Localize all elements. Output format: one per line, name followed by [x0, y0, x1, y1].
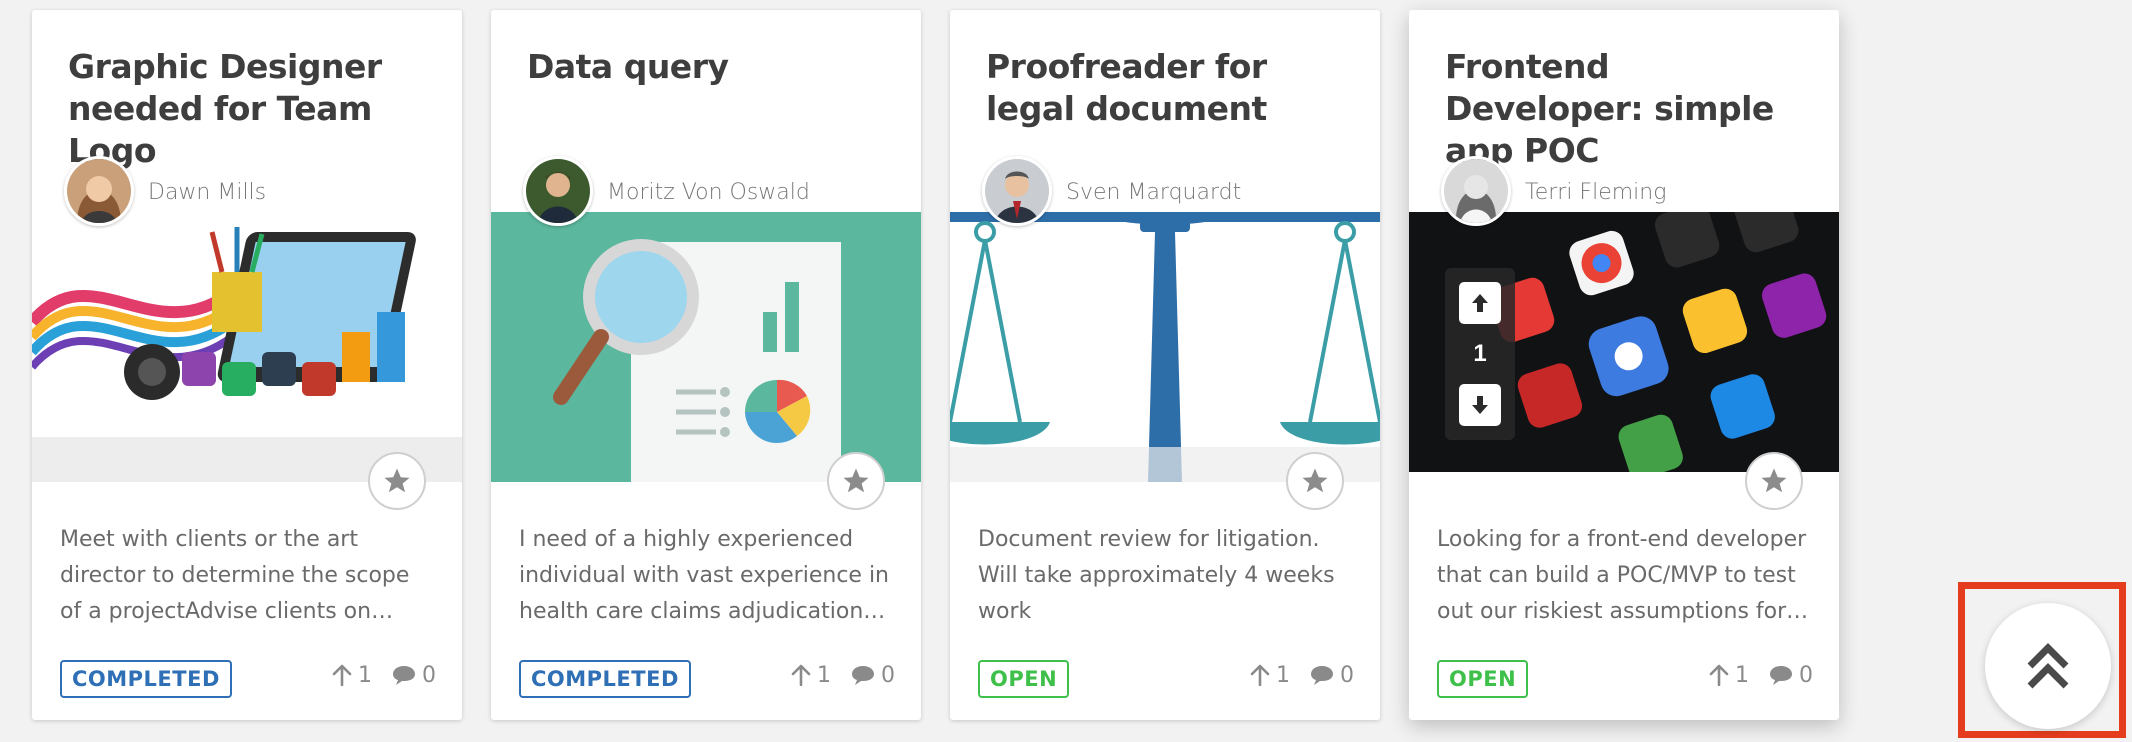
avatar: [1441, 156, 1511, 226]
upvote-count: 1: [1735, 662, 1749, 688]
favorite-button[interactable]: [1286, 452, 1344, 510]
job-card[interactable]: Proofreader for legal document Sven Marq…: [950, 10, 1380, 720]
avatar: [523, 156, 593, 226]
card-image: [32, 212, 462, 482]
card-meta: 1 0: [332, 660, 436, 690]
author-name[interactable]: Terri Fleming: [1525, 180, 1666, 205]
arrow-up-icon: [791, 664, 811, 686]
star-icon: [843, 468, 869, 493]
comment-count: 0: [881, 662, 895, 688]
author-name[interactable]: Moritz Von Oswald: [607, 180, 810, 205]
comment-bubble-icon: [1770, 666, 1792, 685]
favorite-button[interactable]: [1745, 452, 1803, 510]
card-meta: 1 0: [1709, 660, 1813, 690]
card-description: Looking for a front-end developer that c…: [1437, 527, 1807, 624]
card-meta: 1 0: [791, 660, 895, 690]
author: Moritz Von Oswald: [523, 156, 810, 226]
arrow-down-icon: [1472, 396, 1488, 414]
author-name[interactable]: Sven Marquardt: [1066, 180, 1241, 205]
card-image: [491, 212, 921, 482]
comment-bubble-icon: [393, 666, 415, 685]
arrow-up-icon: [1472, 294, 1488, 312]
scroll-top-highlight: [1958, 582, 2126, 738]
vote-widget: 1: [1445, 268, 1515, 440]
star-icon: [384, 468, 410, 493]
status-badge: OPEN: [978, 660, 1070, 698]
author-name[interactable]: Dawn Mills: [148, 180, 266, 205]
star-icon: [1302, 468, 1328, 493]
upvote-count: 1: [1276, 662, 1290, 688]
arrow-up-icon: [332, 664, 352, 686]
arrow-up-icon: [1250, 664, 1270, 686]
status-badge: COMPLETED: [519, 660, 691, 698]
comment-bubble-icon: [1311, 666, 1333, 685]
favorite-button[interactable]: [827, 452, 885, 510]
card-description: Meet with clients or the art director to…: [60, 527, 410, 624]
author: Sven Marquardt: [982, 156, 1241, 226]
vote-count: 1: [1473, 340, 1487, 367]
downvote-button[interactable]: [1459, 384, 1501, 426]
avatar: [64, 156, 134, 226]
arrow-up-icon: [1709, 664, 1729, 686]
avatar: [982, 156, 1052, 226]
comment-bubble-icon: [852, 666, 874, 685]
card-meta: 1 0: [1250, 660, 1354, 690]
upvote-count: 1: [358, 662, 372, 688]
double-chevron-up-icon: [2027, 643, 2069, 689]
job-card[interactable]: Data query Moritz Von Oswald I need of a…: [491, 10, 921, 720]
card-image: 1: [1409, 212, 1839, 482]
job-card[interactable]: Graphic Designer needed for Team Logo Da…: [32, 10, 462, 720]
card-title[interactable]: Proofreader for legal document: [986, 46, 1350, 130]
status-badge: OPEN: [1437, 660, 1529, 698]
comment-count: 0: [422, 662, 436, 688]
comment-count: 0: [1340, 662, 1354, 688]
card-title[interactable]: Graphic Designer needed for Team Logo: [68, 46, 432, 172]
favorite-button[interactable]: [368, 452, 426, 510]
status-badge: COMPLETED: [60, 660, 232, 698]
card-image: [950, 212, 1380, 482]
card-title[interactable]: Frontend Developer: simple app POC: [1445, 46, 1809, 172]
star-icon: [1761, 468, 1787, 493]
card-description: Document review for litigation. Will tak…: [978, 527, 1335, 624]
upvote-button[interactable]: [1459, 282, 1501, 324]
card-description: I need of a highly experienced individua…: [519, 527, 889, 624]
author: Dawn Mills: [64, 156, 266, 226]
scroll-to-top-button[interactable]: [1985, 603, 2111, 729]
job-card[interactable]: Frontend Developer: simple app POC Terri…: [1409, 10, 1839, 720]
card-title[interactable]: Data query: [527, 46, 891, 88]
upvote-count: 1: [817, 662, 831, 688]
author: Terri Fleming: [1441, 156, 1666, 226]
comment-count: 0: [1799, 662, 1813, 688]
